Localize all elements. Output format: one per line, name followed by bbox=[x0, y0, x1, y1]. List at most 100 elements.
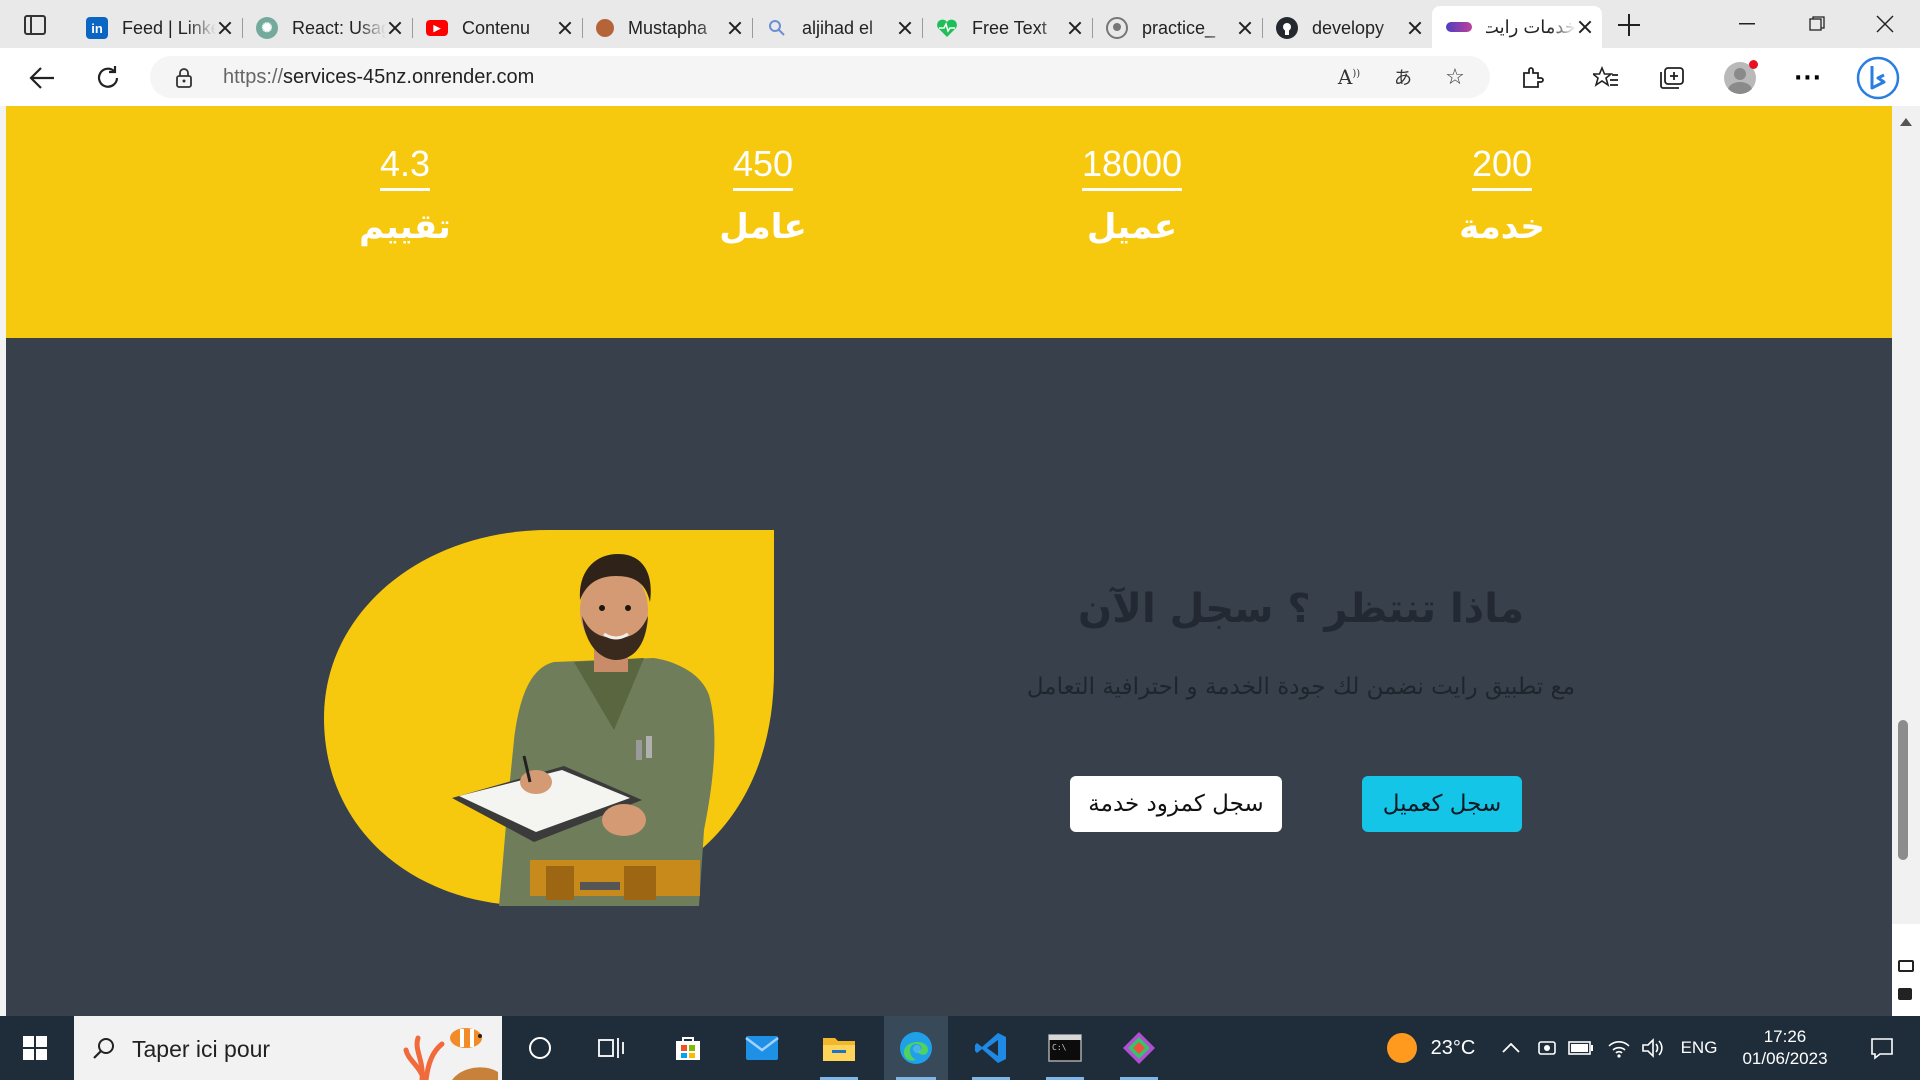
vscode-icon bbox=[975, 1033, 1006, 1063]
browser-toolbar: https://services-45nz.onrender.com A)) あ… bbox=[0, 48, 1920, 106]
settings-menu-button[interactable]: ··· bbox=[1790, 60, 1826, 96]
linkedin-icon: in bbox=[86, 17, 108, 39]
terminal-app[interactable]: C:\ bbox=[1034, 1016, 1096, 1080]
url-text[interactable]: https://services-45nz.onrender.com bbox=[223, 66, 534, 89]
github-icon bbox=[1106, 17, 1128, 39]
store-app[interactable] bbox=[660, 1016, 716, 1080]
battery-indicator[interactable] bbox=[1566, 1016, 1596, 1080]
file-explorer-app[interactable] bbox=[808, 1016, 870, 1080]
tab-mustapha[interactable]: Mustapha bbox=[582, 10, 752, 46]
vscode-app[interactable] bbox=[960, 1016, 1022, 1080]
task-view-button[interactable] bbox=[586, 1016, 638, 1080]
close-tab-icon[interactable] bbox=[1066, 19, 1084, 37]
read-aloud-button[interactable]: A)) bbox=[1334, 62, 1364, 92]
close-tab-icon[interactable] bbox=[1576, 18, 1594, 36]
show-hidden-icons-button[interactable] bbox=[1496, 1016, 1526, 1080]
add-favorite-button[interactable]: ☆ bbox=[1440, 62, 1470, 92]
close-window-button[interactable] bbox=[1850, 0, 1920, 48]
stat-label: خدمة bbox=[1459, 207, 1545, 247]
tab-services-active[interactable]: خدمات رايت bbox=[1432, 6, 1602, 48]
register-client-button[interactable]: سجل كعميل bbox=[1362, 776, 1522, 832]
close-tab-icon[interactable] bbox=[896, 19, 914, 37]
meet-icon bbox=[1538, 1041, 1556, 1055]
notification-icon bbox=[1871, 1038, 1893, 1060]
stat-label: عميل bbox=[1086, 207, 1178, 247]
search-highlight-illustration bbox=[403, 1028, 498, 1080]
bing-copilot-button[interactable] bbox=[1856, 56, 1900, 100]
register-provider-button[interactable]: سجل كمزود خدمة bbox=[1070, 776, 1282, 832]
edge-app[interactable] bbox=[884, 1016, 948, 1080]
search-icon bbox=[93, 1038, 114, 1059]
meet-now-button[interactable] bbox=[1534, 1016, 1560, 1080]
clock[interactable]: 17:26 01/06/2023 bbox=[1728, 1016, 1842, 1080]
stat-services: 200 خدمة bbox=[1392, 142, 1612, 247]
read-aloud-icon: A)) bbox=[1337, 65, 1361, 89]
minimize-button[interactable] bbox=[1712, 0, 1782, 48]
search-placeholder: Taper ici pour bbox=[132, 1036, 271, 1062]
svg-text:C:\: C:\ bbox=[1052, 1043, 1067, 1052]
windows-logo-icon bbox=[23, 1036, 47, 1060]
task-view-icon bbox=[598, 1038, 624, 1058]
stats-section: 4.3 تقييم 450 عامل 18000 عميل 200 خدمة bbox=[6, 106, 1892, 338]
profile-button[interactable] bbox=[1722, 60, 1758, 96]
notification-dot bbox=[1749, 60, 1758, 69]
collections-button[interactable] bbox=[1654, 60, 1690, 96]
extensions-button[interactable] bbox=[1514, 60, 1550, 96]
address-bar[interactable]: https://services-45nz.onrender.com A)) あ… bbox=[150, 56, 1490, 98]
video-icon[interactable] bbox=[1898, 988, 1912, 1000]
stat-value: 18000 bbox=[1081, 142, 1183, 191]
start-button[interactable] bbox=[0, 1016, 70, 1080]
close-tab-icon[interactable] bbox=[726, 19, 744, 37]
close-tab-icon[interactable] bbox=[1236, 19, 1254, 37]
tab-github-developy[interactable]: developy bbox=[1262, 10, 1432, 46]
mail-app[interactable] bbox=[734, 1016, 790, 1080]
translate-icon: あ bbox=[1394, 68, 1412, 89]
clock-date: 01/06/2023 bbox=[1742, 1049, 1828, 1068]
notification-center-button[interactable] bbox=[1852, 1016, 1912, 1080]
windows-taskbar: Taper ici pour C:\ 23°C ENG 17:26 01/06/… bbox=[0, 1016, 1920, 1080]
tab-free-text[interactable]: Free Text bbox=[922, 10, 1092, 46]
cortana-button[interactable] bbox=[514, 1016, 566, 1080]
back-button[interactable] bbox=[24, 60, 60, 96]
scroll-thumb[interactable] bbox=[1898, 720, 1908, 860]
favorites-button[interactable] bbox=[1588, 60, 1624, 96]
screenshot-icon[interactable] bbox=[1898, 960, 1914, 972]
scroll-up-icon[interactable] bbox=[1900, 118, 1912, 126]
chevron-up-icon bbox=[1502, 1043, 1520, 1053]
tab-chatgpt[interactable]: ✺ React: Usage bbox=[242, 10, 412, 46]
translate-button[interactable]: あ bbox=[1388, 62, 1418, 92]
refresh-button[interactable] bbox=[90, 60, 126, 96]
tab-linkedin[interactable]: in Feed | LinkedIn bbox=[72, 10, 242, 46]
new-tab-button[interactable] bbox=[1614, 12, 1644, 38]
battery-icon bbox=[1568, 1041, 1593, 1055]
tab-title: React: Usage bbox=[292, 17, 386, 38]
taskbar-search-box[interactable]: Taper ici pour bbox=[74, 1016, 502, 1080]
page-scrollbar[interactable] bbox=[1892, 106, 1920, 1016]
close-tab-icon[interactable] bbox=[1406, 19, 1424, 37]
heart-icon bbox=[936, 17, 958, 39]
tab-github-practice[interactable]: practice_ bbox=[1092, 10, 1262, 46]
wifi-indicator[interactable] bbox=[1604, 1016, 1634, 1080]
tab-list: in Feed | LinkedIn ✺ React: Usage ▶ Cont… bbox=[72, 6, 1602, 48]
restore-button[interactable] bbox=[1782, 0, 1852, 48]
mail-icon bbox=[745, 1036, 779, 1060]
lock-icon[interactable] bbox=[176, 68, 192, 88]
close-tab-icon[interactable] bbox=[386, 19, 404, 37]
tab-search[interactable]: aljihad el bbox=[752, 10, 922, 46]
stat-value: 200 bbox=[1471, 142, 1533, 191]
weather-widget[interactable]: 23°C bbox=[1376, 1016, 1486, 1080]
restore-icon bbox=[1809, 16, 1825, 31]
tab-youtube[interactable]: ▶ Contenu bbox=[412, 10, 582, 46]
youtube-icon: ▶ bbox=[426, 20, 448, 36]
cortana-icon bbox=[529, 1037, 551, 1059]
git-app[interactable] bbox=[1108, 1016, 1170, 1080]
stat-value: 450 bbox=[732, 142, 794, 191]
close-tab-icon[interactable] bbox=[556, 19, 574, 37]
stat-label: تقييم bbox=[359, 207, 451, 247]
tab-title: Contenu bbox=[462, 17, 531, 38]
volume-indicator[interactable] bbox=[1638, 1016, 1668, 1080]
tab-actions-button[interactable] bbox=[16, 10, 54, 40]
cta-subtitle: مع تطبيق رايت نضمن لك جودة الخدمة و احتر… bbox=[1026, 674, 1576, 700]
language-indicator[interactable]: ENG bbox=[1676, 1016, 1722, 1080]
close-tab-icon[interactable] bbox=[216, 19, 234, 37]
